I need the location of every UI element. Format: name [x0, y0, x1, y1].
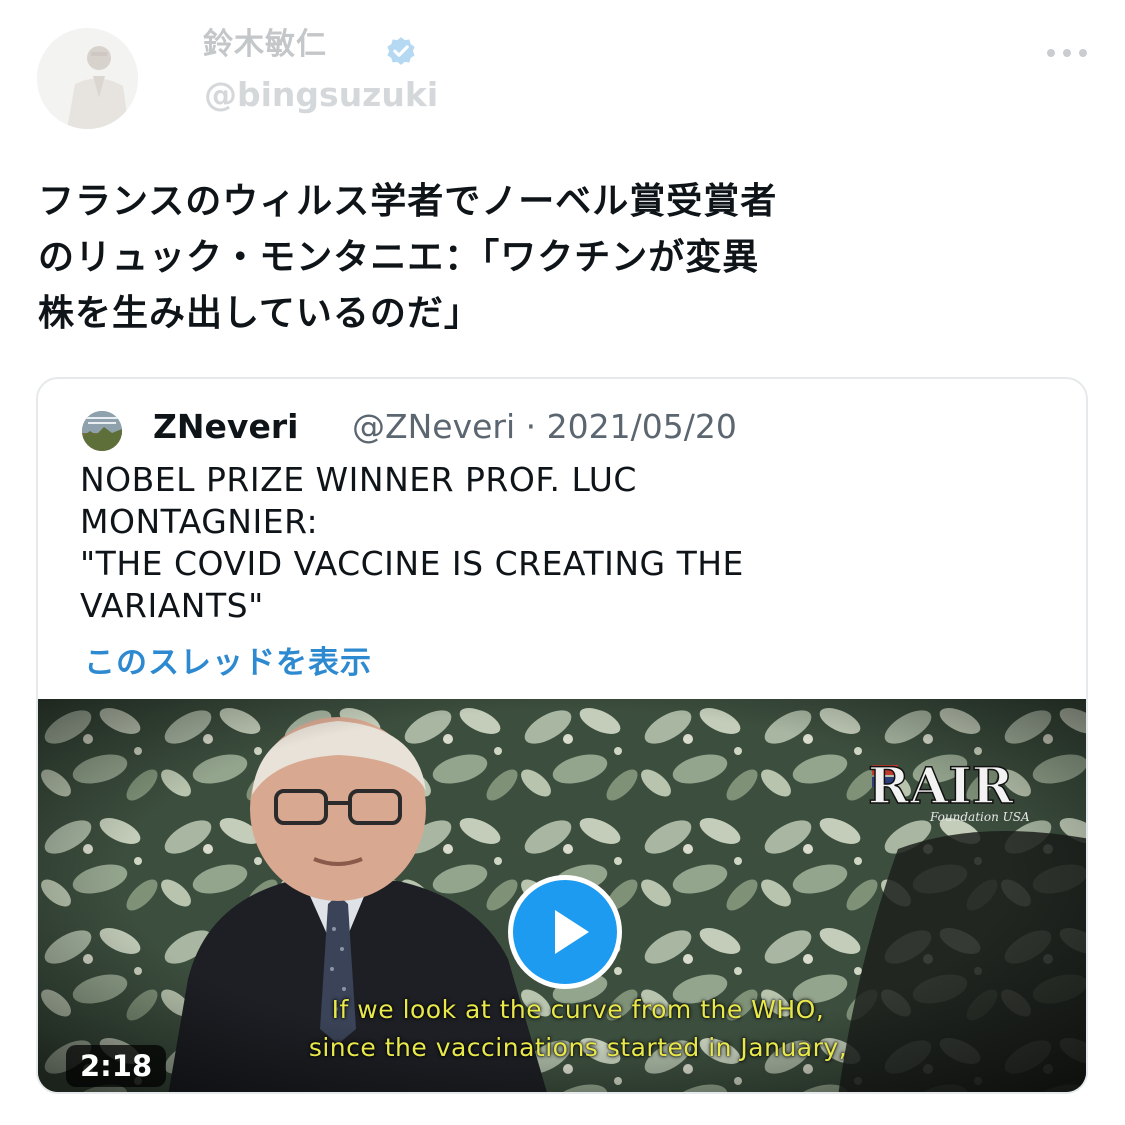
- rair-logo-text: RAIR: [868, 759, 1014, 815]
- more-options-icon[interactable]: [1044, 44, 1090, 62]
- play-icon: [555, 910, 589, 954]
- rair-logo-subtext: Foundation USA: [929, 810, 1030, 824]
- video-subtitle-line-1: If we look at the curve from the WHO,: [331, 995, 825, 1024]
- video-subtitle-line-2: since the vaccinations started in Januar…: [308, 1033, 848, 1062]
- quoted-display-name[interactable]: ZNeveri: [153, 408, 298, 445]
- rair-logo: RAIR Foundation USA: [867, 759, 1030, 824]
- author-display-name[interactable]: 鈴木敏仁: [203, 30, 327, 60]
- verified-badge-icon: [387, 37, 415, 65]
- author-avatar[interactable]: [37, 28, 138, 129]
- video-player[interactable]: RAIR Foundation USA If we look at the cu…: [38, 699, 1086, 1092]
- quoted-author-avatar[interactable]: [82, 411, 122, 451]
- quoted-tweet-card[interactable]: ZNeveri @ZNeveri · 2021/05/20 NOBEL PRIZ…: [36, 377, 1088, 1094]
- show-thread-link[interactable]: このスレッドを表示: [84, 637, 372, 682]
- author-handle[interactable]: @bingsuzuki: [204, 78, 438, 111]
- video-duration-badge: 2:18: [66, 1045, 167, 1088]
- play-button[interactable]: [508, 875, 622, 989]
- quoted-handle-date: @ZNeveri · 2021/05/20: [352, 407, 737, 446]
- tweet-text: フランスのウィルス学者でノーベル賞受賞者 のリュック・モンタニエ：「ワクチンが変…: [38, 181, 778, 334]
- quoted-tweet-text: NOBEL PRIZE WINNER PROF. LUC MONTAGNIER:…: [80, 460, 744, 625]
